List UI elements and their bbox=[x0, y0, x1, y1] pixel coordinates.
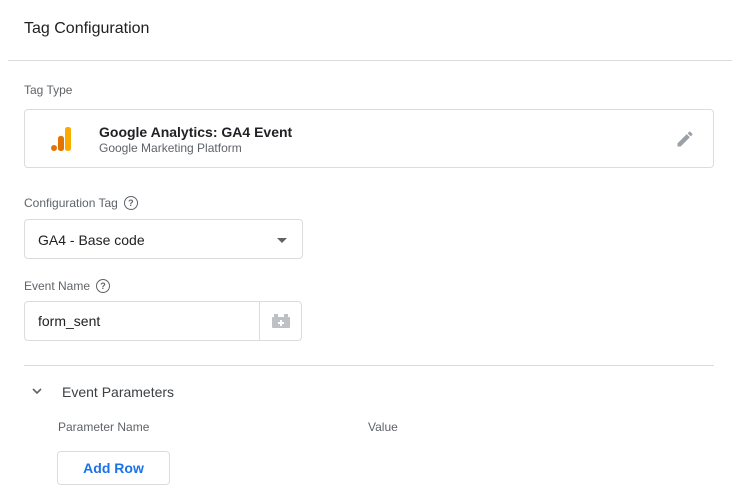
header-title: Tag Configuration bbox=[24, 20, 150, 37]
tag-type-label-text: Tag Type bbox=[24, 83, 73, 97]
add-row-button[interactable]: Add Row bbox=[57, 451, 170, 485]
configuration-tag-label-text: Configuration Tag bbox=[24, 196, 118, 210]
help-icon[interactable]: ? bbox=[96, 279, 111, 293]
insert-variable-button[interactable] bbox=[259, 302, 301, 340]
ga-logo-bar-tall bbox=[65, 127, 71, 151]
column-header-parameter-name: Parameter Name bbox=[58, 420, 150, 434]
tag-type-name: Google Analytics: GA4 Event bbox=[99, 124, 293, 140]
section-divider bbox=[24, 365, 714, 366]
google-analytics-logo-icon bbox=[51, 127, 71, 151]
ga-logo-dot bbox=[51, 145, 57, 151]
tag-type-platform: Google Marketing Platform bbox=[99, 141, 242, 155]
event-name-label: Event Name ? bbox=[24, 279, 111, 293]
header-divider bbox=[8, 60, 732, 61]
event-name-label-text: Event Name bbox=[24, 279, 91, 293]
configuration-tag-value: GA4 - Base code bbox=[38, 232, 145, 248]
pencil-icon[interactable] bbox=[675, 129, 695, 149]
event-name-input-group bbox=[24, 301, 302, 341]
event-name-input[interactable] bbox=[25, 302, 259, 340]
tag-type-card[interactable]: Google Analytics: GA4 Event Google Marke… bbox=[24, 109, 714, 168]
help-icon[interactable]: ? bbox=[123, 196, 138, 210]
ga-logo-bar-mid bbox=[58, 136, 64, 151]
configuration-tag-select[interactable]: GA4 - Base code bbox=[24, 219, 303, 259]
event-parameters-title[interactable]: Event Parameters bbox=[62, 384, 174, 400]
tag-type-label: Tag Type bbox=[24, 83, 72, 97]
caret-down-icon bbox=[277, 238, 287, 243]
chevron-down-icon[interactable] bbox=[30, 384, 44, 398]
column-header-value: Value bbox=[368, 420, 398, 434]
configuration-tag-label: Configuration Tag ? bbox=[24, 196, 138, 210]
insert-variable-icon bbox=[271, 314, 290, 328]
